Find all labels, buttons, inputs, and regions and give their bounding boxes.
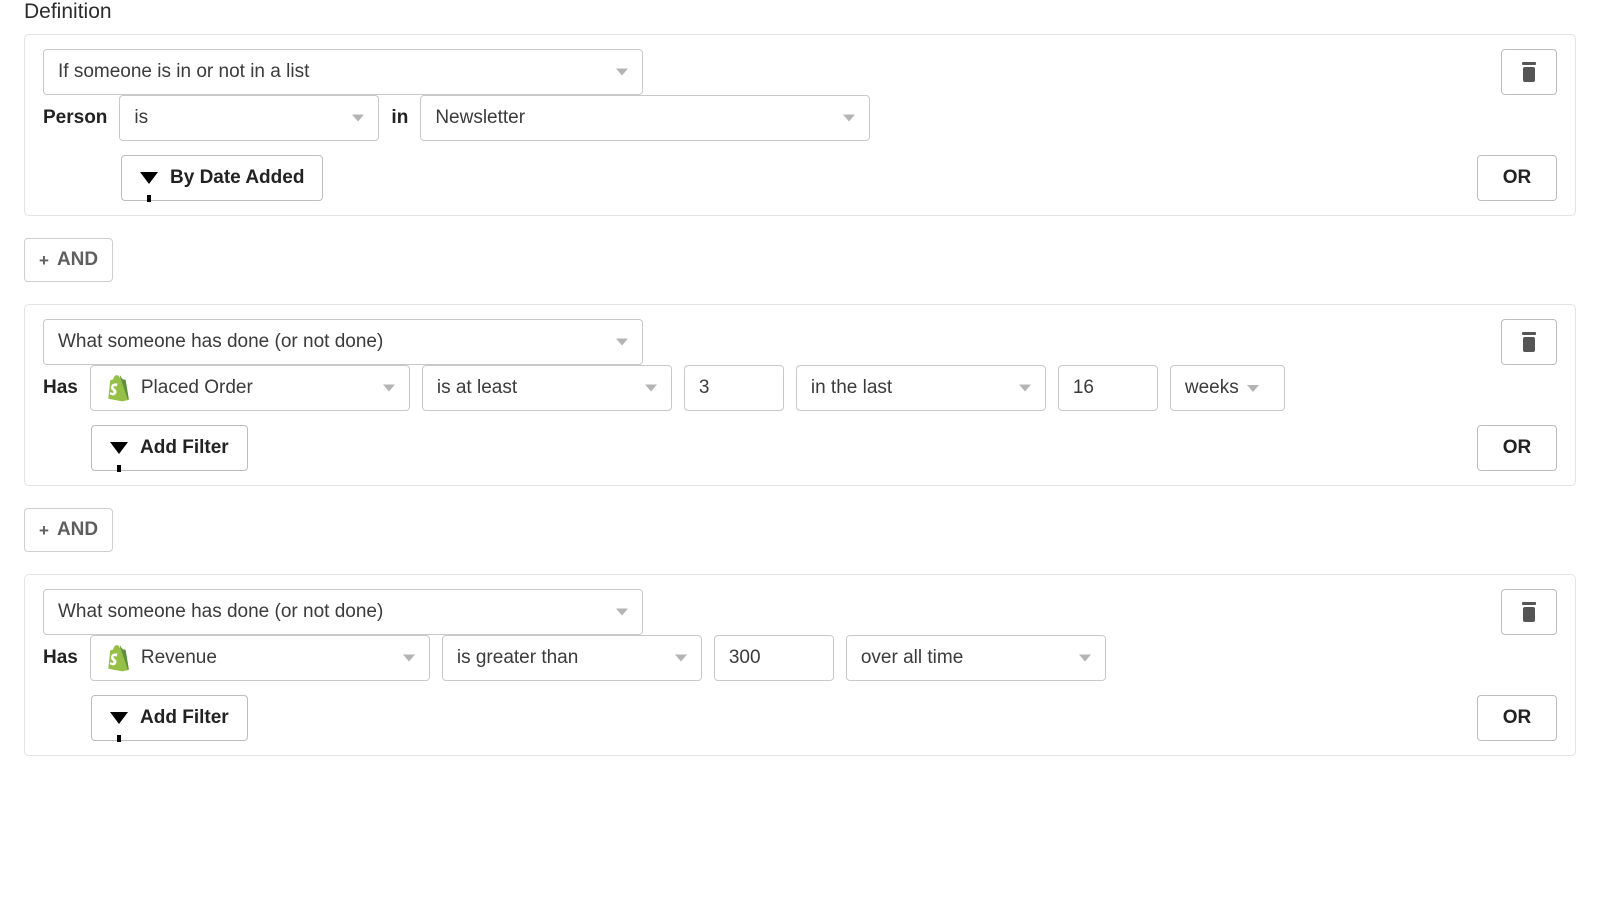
chevron-down-icon: [645, 385, 657, 392]
list-select[interactable]: Newsletter: [420, 95, 870, 141]
chevron-down-icon: [843, 115, 855, 122]
definition-heading: Definition: [24, 0, 1576, 24]
add-filter-button[interactable]: Add Filter: [91, 425, 248, 471]
or-button[interactable]: OR: [1477, 695, 1557, 741]
chevron-down-icon: [403, 655, 415, 662]
trash-icon: [1520, 332, 1538, 352]
and-button[interactable]: + AND: [24, 238, 113, 282]
timeframe-value: 16: [1073, 377, 1094, 399]
in-label: in: [391, 107, 408, 129]
has-label: Has: [43, 647, 78, 669]
and-label: AND: [57, 249, 98, 271]
condition-block-3: What someone has done (or not done) Has …: [24, 574, 1576, 756]
filter-icon: [140, 172, 158, 184]
shopify-icon: [105, 644, 131, 672]
chevron-down-icon: [616, 609, 628, 616]
timeframe-value-input[interactable]: 16: [1058, 365, 1158, 411]
comparator-select[interactable]: is at least: [422, 365, 672, 411]
delete-condition-button[interactable]: [1501, 589, 1557, 635]
or-button[interactable]: OR: [1477, 155, 1557, 201]
or-label: OR: [1503, 437, 1532, 459]
chevron-down-icon: [383, 385, 395, 392]
timeframe-value: over all time: [861, 647, 963, 669]
metric-select[interactable]: Placed Order: [90, 365, 410, 411]
timeframe-unit-value: weeks: [1185, 377, 1239, 399]
count-input[interactable]: 3: [684, 365, 784, 411]
condition-type-label: What someone has done (or not done): [58, 331, 383, 353]
delete-condition-button[interactable]: [1501, 49, 1557, 95]
filter-icon: [110, 712, 128, 724]
person-label: Person: [43, 107, 107, 129]
and-label: AND: [57, 519, 98, 541]
chevron-down-icon: [1079, 655, 1091, 662]
add-filter-label: Add Filter: [140, 437, 229, 459]
person-operator-value: is: [134, 107, 148, 129]
timeframe-op-value: in the last: [811, 377, 892, 399]
chevron-down-icon: [1019, 385, 1031, 392]
condition-type-select[interactable]: What someone has done (or not done): [43, 319, 643, 365]
count-value: 3: [699, 377, 710, 399]
by-date-added-button[interactable]: By Date Added: [121, 155, 323, 201]
plus-icon: +: [39, 522, 49, 539]
person-operator-select[interactable]: is: [119, 95, 379, 141]
chevron-down-icon: [616, 69, 628, 76]
chevron-down-icon: [1247, 385, 1259, 392]
shopify-icon: [105, 374, 131, 402]
condition-type-label: If someone is in or not in a list: [58, 61, 309, 83]
filter-icon: [110, 442, 128, 454]
metric-select[interactable]: Revenue: [90, 635, 430, 681]
list-value: Newsletter: [435, 107, 525, 129]
value: 300: [729, 647, 761, 669]
comparator-value: is greater than: [457, 647, 578, 669]
by-date-added-label: By Date Added: [170, 167, 304, 189]
condition-block-2: What someone has done (or not done) Has …: [24, 304, 1576, 486]
chevron-down-icon: [616, 339, 628, 346]
trash-icon: [1520, 602, 1538, 622]
or-button[interactable]: OR: [1477, 425, 1557, 471]
delete-condition-button[interactable]: [1501, 319, 1557, 365]
condition-type-select[interactable]: What someone has done (or not done): [43, 589, 643, 635]
condition-type-label: What someone has done (or not done): [58, 601, 383, 623]
and-button[interactable]: + AND: [24, 508, 113, 552]
metric-value: Revenue: [141, 647, 217, 669]
condition-block-1: If someone is in or not in a list Person…: [24, 34, 1576, 216]
has-label: Has: [43, 377, 78, 399]
value-input[interactable]: 300: [714, 635, 834, 681]
chevron-down-icon: [352, 115, 364, 122]
plus-icon: +: [39, 252, 49, 269]
condition-type-select[interactable]: If someone is in or not in a list: [43, 49, 643, 95]
chevron-down-icon: [675, 655, 687, 662]
comparator-value: is at least: [437, 377, 517, 399]
metric-value: Placed Order: [141, 377, 253, 399]
or-label: OR: [1503, 167, 1532, 189]
timeframe-select[interactable]: over all time: [846, 635, 1106, 681]
timeframe-unit-select[interactable]: weeks: [1170, 365, 1285, 411]
add-filter-button[interactable]: Add Filter: [91, 695, 248, 741]
comparator-select[interactable]: is greater than: [442, 635, 702, 681]
timeframe-op-select[interactable]: in the last: [796, 365, 1046, 411]
or-label: OR: [1503, 707, 1532, 729]
add-filter-label: Add Filter: [140, 707, 229, 729]
trash-icon: [1520, 62, 1538, 82]
